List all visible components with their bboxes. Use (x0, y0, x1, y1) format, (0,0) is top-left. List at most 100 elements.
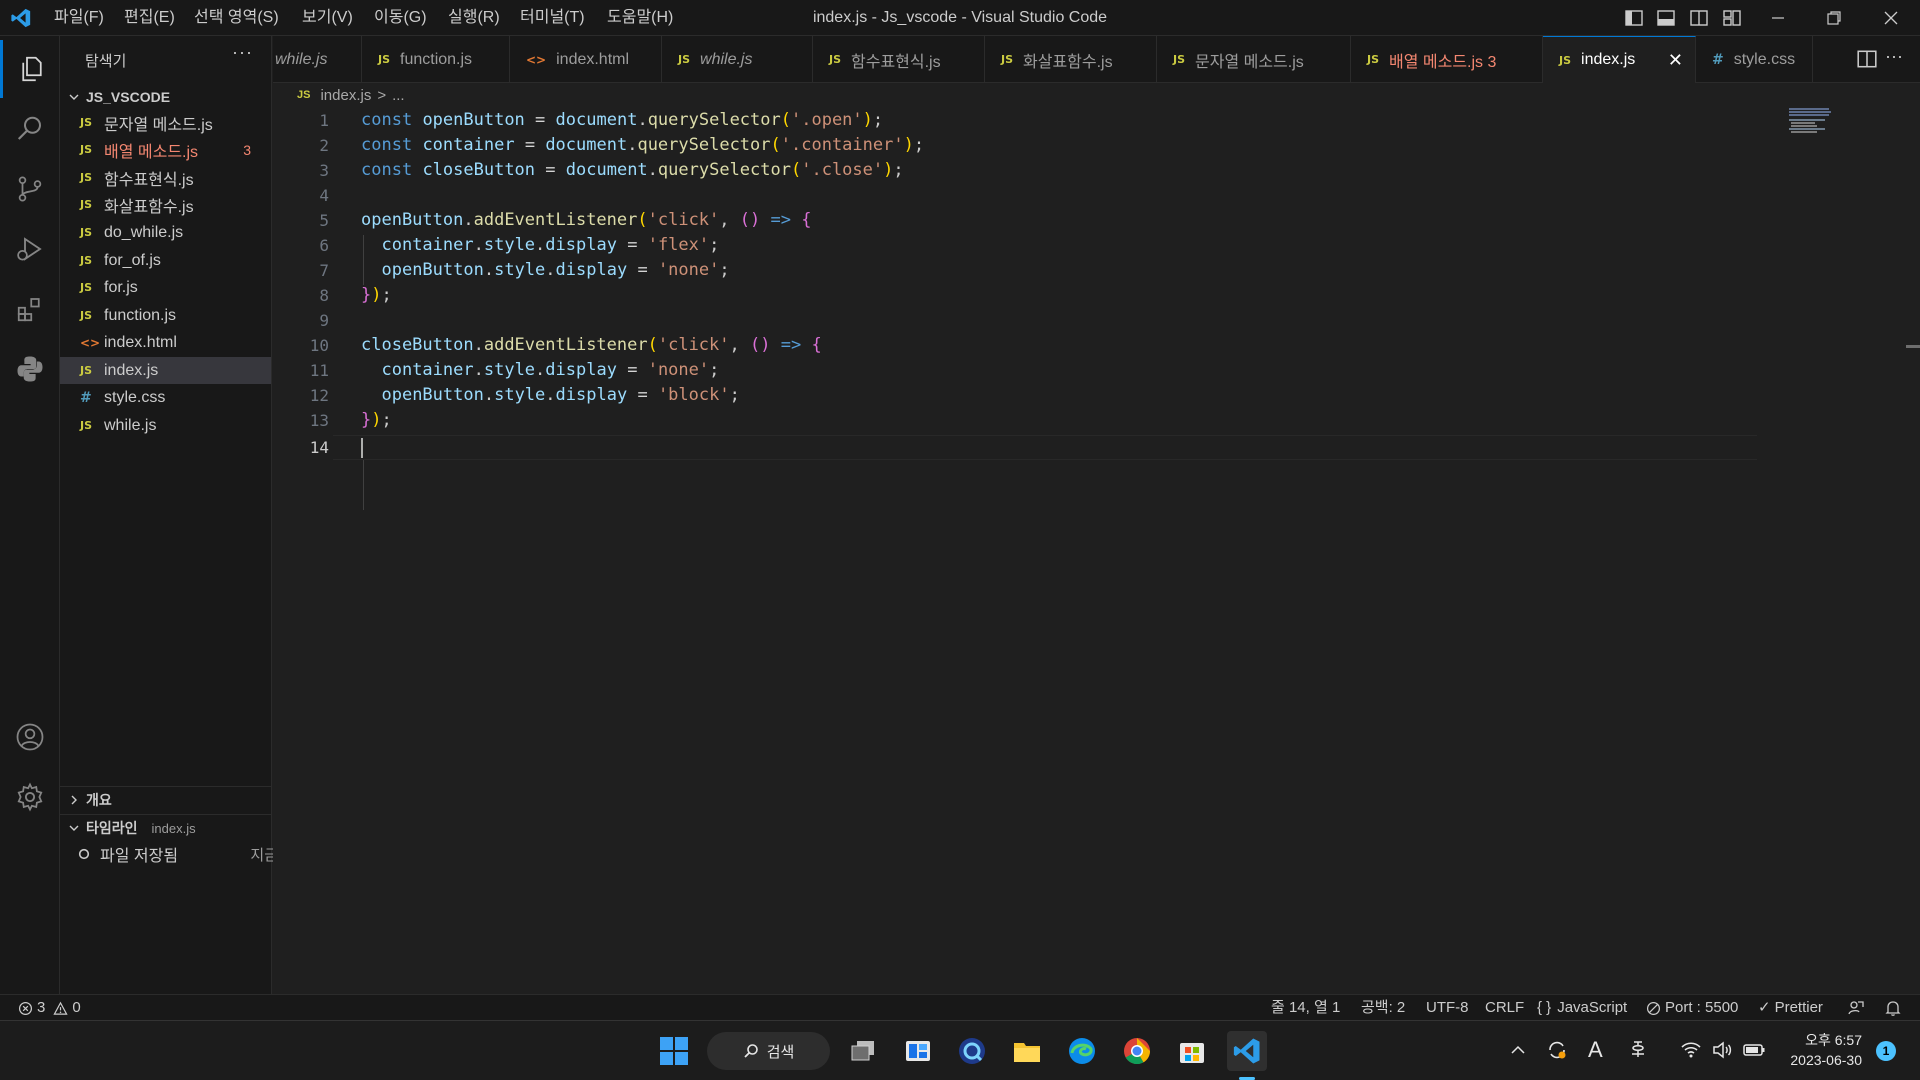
tab[interactable]: JS while.js (662, 36, 813, 83)
input-method-icon[interactable]: A (1588, 1037, 1603, 1063)
microsoft-store-icon[interactable] (1172, 1031, 1212, 1071)
system-clock[interactable]: 오후 6:57 2023-06-30 (1790, 1030, 1862, 1070)
vscode-taskbar-icon[interactable] (1227, 1031, 1267, 1071)
chevron-down-icon (68, 822, 80, 834)
minimap[interactable] (1789, 108, 1845, 134)
restore-icon[interactable] (1824, 8, 1844, 28)
widgets-icon[interactable] (898, 1031, 938, 1071)
workspace-folder-label: JS_VSCODE (86, 89, 171, 105)
file-item[interactable]: JS 화살표함수.js (60, 191, 271, 218)
file-item[interactable]: <> index.html (60, 329, 271, 356)
tab[interactable]: JS 함수표현식.js (813, 36, 985, 83)
indentation[interactable]: 공백: 2 (1361, 995, 1405, 1021)
close-window-icon[interactable] (1881, 8, 1901, 28)
prettier-label: Prettier (1774, 999, 1823, 1016)
file-item[interactable]: JS while.js (60, 412, 271, 439)
problems-indicator[interactable]: 3 0 (18, 995, 81, 1021)
cursor-position[interactable]: 줄 14, 열 1 (1271, 995, 1340, 1021)
battery-icon[interactable] (1742, 1039, 1766, 1061)
encoding[interactable]: UTF-8 (1426, 995, 1469, 1021)
file-explorer-icon[interactable] (1007, 1031, 1047, 1071)
extensions-icon[interactable] (0, 280, 60, 338)
split-editor-icon[interactable] (1856, 48, 1878, 70)
file-item[interactable]: JS for.js (60, 274, 271, 301)
taskbar-search[interactable]: 검색 (707, 1032, 830, 1070)
js-file-icon: JS (80, 171, 93, 184)
tab[interactable]: JS function.js (362, 36, 510, 83)
file-item[interactable]: JS 배열 메소드.js 3 (60, 136, 271, 163)
ime-hangul-icon[interactable] (1628, 1039, 1648, 1059)
code-editor[interactable]: 1 2 3 4 5 6 7 8 9 10 11 12 13 14 const o… (273, 106, 1920, 994)
close-tab-icon[interactable]: ✕ (1668, 50, 1683, 71)
menu-edit[interactable]: 편집(E) (124, 0, 175, 36)
python-icon[interactable] (0, 340, 60, 398)
breadcrumb-file[interactable]: index.js (320, 87, 371, 104)
file-item[interactable]: JS 함수표현식.js (60, 164, 271, 191)
explorer-icon[interactable] (0, 40, 60, 98)
editor-more-actions-icon[interactable]: ··· (1885, 46, 1903, 67)
menu-go[interactable]: 이동(G) (374, 0, 427, 36)
menu-file[interactable]: 파일(F) (54, 0, 104, 36)
file-item[interactable]: JS do_while.js (60, 219, 271, 246)
explorer-more-actions-icon[interactable]: ··· (232, 42, 253, 63)
live-server-port[interactable]: Port : 5500 (1646, 995, 1738, 1021)
chrome-browser-icon[interactable] (1117, 1031, 1157, 1071)
line-number: 13 (309, 411, 329, 430)
menu-terminal[interactable]: 터미널(T) (520, 0, 585, 36)
tab[interactable]: # style.css (1696, 36, 1813, 83)
file-item[interactable]: # style.css (60, 384, 271, 411)
vscode-logo-icon[interactable] (10, 7, 32, 29)
windows-start-icon[interactable] (654, 1031, 694, 1071)
toggle-primary-sidebar-icon[interactable] (1624, 8, 1644, 28)
menu-selection[interactable]: 선택 영역(S) (194, 0, 279, 36)
task-view-icon[interactable] (843, 1031, 883, 1071)
minimize-icon[interactable] (1768, 8, 1788, 28)
tab[interactable]: while.js (273, 36, 362, 83)
timeline-section-header[interactable]: 타임라인 index.js (60, 814, 271, 841)
warning-icon (53, 1001, 68, 1016)
edge-browser-icon[interactable] (1062, 1031, 1102, 1071)
customize-layout-icon[interactable] (1722, 8, 1742, 28)
tab-label: while.js (700, 50, 753, 68)
file-item[interactable]: JS 문자열 메소드.js (60, 109, 271, 136)
search-icon[interactable] (0, 100, 60, 158)
prettier-status[interactable]: ✓ Prettier (1758, 995, 1823, 1021)
text-cursor (361, 438, 363, 458)
menu-view[interactable]: 보기(V) (302, 0, 353, 36)
breadcrumb-symbols[interactable]: ... (392, 87, 405, 104)
toggle-secondary-sidebar-icon[interactable] (1689, 8, 1709, 28)
chevron-up-icon[interactable] (1509, 1041, 1527, 1059)
js-file-icon: JS (1173, 53, 1186, 66)
menu-help[interactable]: 도움말(H) (607, 0, 673, 36)
accounts-icon[interactable] (0, 708, 60, 766)
js-file-icon: JS (1367, 53, 1380, 66)
tab[interactable]: JS 문자열 메소드.js (1157, 36, 1351, 83)
wifi-icon[interactable] (1680, 1039, 1702, 1061)
language-mode[interactable]: { } JavaScript (1537, 995, 1627, 1021)
file-item[interactable]: JS function.js (60, 302, 271, 329)
search-icon (743, 1043, 759, 1059)
run-debug-icon[interactable] (0, 220, 60, 278)
notification-badge[interactable]: 1 (1876, 1041, 1896, 1061)
tab-with-errors[interactable]: JS 배열 메소드.js 3 (1351, 36, 1543, 83)
tab[interactable]: JS 화살표함수.js (985, 36, 1157, 83)
toggle-panel-icon[interactable] (1656, 8, 1676, 28)
file-item[interactable]: JS for_of.js (60, 247, 271, 274)
tab-active[interactable]: JS index.js ✕ (1543, 36, 1696, 83)
zoom-app-icon[interactable] (952, 1031, 992, 1071)
settings-gear-icon[interactable] (0, 768, 60, 826)
timeline-entry[interactable]: 파일 저장됨 지금 (78, 842, 278, 866)
file-item-selected[interactable]: JS index.js (60, 357, 271, 384)
sync-icon[interactable] (1546, 1039, 1568, 1061)
menu-run[interactable]: 실행(R) (448, 0, 500, 36)
outline-section-header[interactable]: 개요 (60, 786, 271, 813)
error-count: 3 (37, 999, 46, 1016)
workspace-folder[interactable]: JS_VSCODE (68, 86, 170, 108)
end-of-line[interactable]: CRLF (1485, 995, 1524, 1021)
source-control-icon[interactable] (0, 160, 60, 218)
editor-scrollbar[interactable] (1905, 106, 1920, 994)
volume-icon[interactable] (1711, 1039, 1733, 1061)
tab-label: 문자열 메소드.js (1195, 53, 1304, 71)
tab[interactable]: <> index.html (510, 36, 662, 83)
breadcrumb[interactable]: JS index.js > ... (297, 84, 405, 106)
